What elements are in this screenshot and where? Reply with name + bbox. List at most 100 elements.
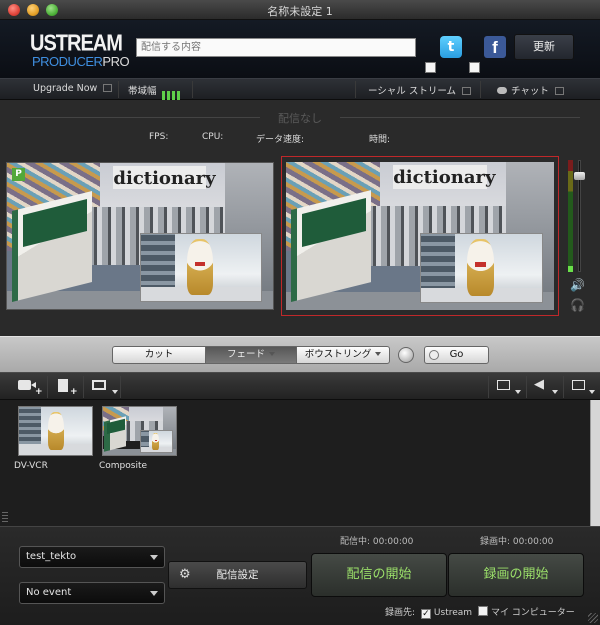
twitter-icon[interactable]: t xyxy=(440,36,462,58)
logo-pro: PRO xyxy=(102,54,130,69)
transition-speed-dial[interactable] xyxy=(398,347,414,363)
toolbar-divider xyxy=(563,376,564,398)
mycomputer-record-label: マイ コンピューター xyxy=(490,608,575,618)
start-record-button[interactable]: 録画の開始 xyxy=(448,553,584,597)
twitter-checkbox[interactable] xyxy=(425,62,436,73)
nav-divider xyxy=(480,81,481,98)
picture-in-picture xyxy=(140,233,263,302)
preview-scene: dictionary xyxy=(7,163,273,309)
social-stream-label: ーシャル ストリーム xyxy=(368,86,457,97)
chevron-down-icon xyxy=(150,555,158,560)
chevron-down-icon xyxy=(375,352,382,356)
chevron-down-icon xyxy=(589,390,595,394)
logo-producer: PRODUCER xyxy=(32,54,103,69)
fade-button[interactable]: フェード xyxy=(205,346,297,364)
vu-track xyxy=(568,160,573,272)
scene-sign-text: dictionary xyxy=(113,165,216,190)
speaker-icon: ◀ xyxy=(534,377,544,392)
record-destination: 録画先: ✓ Ustream マイ コンピューター xyxy=(385,605,575,619)
toolbar-divider xyxy=(120,376,121,398)
add-file-button[interactable] xyxy=(58,379,68,396)
audio-button[interactable]: ◀ xyxy=(534,377,544,392)
add-screen-button[interactable] xyxy=(92,379,106,394)
facebook-checkbox[interactable] xyxy=(469,62,480,73)
upgrade-now-link[interactable]: Upgrade Now xyxy=(33,83,113,94)
chevron-down-icon xyxy=(515,390,521,394)
nav-bar: Upgrade Now 帯域幅 ーシャル ストリーム チャット xyxy=(0,78,600,100)
channel-select[interactable]: test_tekto xyxy=(19,546,165,568)
ustream-record-checkbox[interactable]: ✓ xyxy=(420,609,431,619)
window-resize-handle[interactable] xyxy=(588,613,598,623)
popout-icon xyxy=(554,87,564,95)
plus-icon: + xyxy=(35,387,43,397)
facebook-icon[interactable]: f xyxy=(484,36,506,58)
thumb-scene xyxy=(19,407,92,455)
event-select[interactable]: No event xyxy=(19,582,165,604)
resize-grip[interactable] xyxy=(2,512,8,522)
record-to-label: 録画先: xyxy=(385,608,416,618)
update-button[interactable]: 更新 xyxy=(514,34,574,60)
bandwidth-label: 帯域幅 xyxy=(128,86,157,97)
source-bin-scrollbar[interactable] xyxy=(590,400,600,526)
cut-label: カット xyxy=(144,349,174,360)
logo-producer-pro: PRODUCERPRO xyxy=(32,54,130,69)
upgrade-now-label: Upgrade Now xyxy=(33,83,98,94)
wipe-label: ボウストリング xyxy=(304,349,372,360)
chevron-down-icon xyxy=(112,390,118,394)
window-title: 名称未設定 1 xyxy=(267,5,333,18)
header: USTREAM PRODUCERPRO t f 更新 xyxy=(0,20,600,78)
nav-divider xyxy=(355,81,356,98)
picture-in-picture-icon xyxy=(572,380,585,390)
preview-monitor[interactable]: dictionary P xyxy=(6,162,274,310)
mycomputer-record-checkbox[interactable] xyxy=(477,606,488,616)
nav-divider xyxy=(118,81,119,98)
plus-icon: + xyxy=(70,387,78,397)
layout-button[interactable] xyxy=(497,379,510,394)
source-label-composite: Composite xyxy=(99,461,148,471)
popout-icon xyxy=(462,87,472,95)
status-message-input[interactable] xyxy=(136,38,416,57)
pip-button[interactable] xyxy=(572,379,585,394)
headphones-icon[interactable]: 🎧 xyxy=(570,298,585,312)
cut-button[interactable]: カット xyxy=(112,346,206,364)
program-monitor-frame: dictionary xyxy=(281,156,559,316)
document-icon xyxy=(58,379,68,392)
picture-in-picture xyxy=(420,233,544,303)
broadcast-settings-button[interactable]: ⚙ 配信設定 xyxy=(168,561,307,589)
cpu-label: CPU: xyxy=(202,132,224,142)
source-toolbar: + + ◀ xyxy=(0,372,600,400)
toolbar-divider xyxy=(83,376,84,398)
volume-slider-knob[interactable] xyxy=(574,172,585,180)
wipe-button[interactable]: ボウストリング xyxy=(296,346,390,364)
time-label: 時間: xyxy=(369,135,391,145)
thumb-scene xyxy=(103,407,176,455)
program-monitor[interactable]: dictionary xyxy=(286,162,554,310)
speaker-icon[interactable]: 🔊 xyxy=(570,278,585,292)
toolbar-divider xyxy=(488,376,489,398)
fps-label: FPS: xyxy=(149,132,169,142)
source-thumbnail-composite[interactable] xyxy=(102,406,177,456)
add-camera-button[interactable] xyxy=(18,379,36,394)
scene-sign-text: dictionary xyxy=(393,164,496,189)
social-stream-tab[interactable]: ーシャル ストリーム xyxy=(368,83,472,97)
chat-tab[interactable]: チャット xyxy=(497,83,564,97)
chevron-down-icon xyxy=(150,591,158,596)
transition-bar: カット フェード ボウストリング Go xyxy=(0,336,600,372)
camera-icon xyxy=(18,380,36,390)
ustream-record-label: Ustream xyxy=(433,608,473,618)
chevron-down-icon xyxy=(269,352,275,356)
source-thumbnail-dv-vcr[interactable] xyxy=(18,406,93,456)
rectangle-icon xyxy=(497,380,510,390)
go-label: Go xyxy=(449,349,464,360)
event-value: No event xyxy=(26,587,72,598)
record-timer: 録画中: 00:00:00 xyxy=(480,537,554,547)
start-broadcast-button[interactable]: 配信の開始 xyxy=(311,553,447,597)
app-window: 名称未設定 1 USTREAM PRODUCERPRO t f 更新 Upgra… xyxy=(0,0,600,625)
chevron-down-icon xyxy=(552,390,558,394)
fade-label: フェード xyxy=(226,349,265,360)
toolbar-divider xyxy=(47,376,48,398)
go-button[interactable]: Go xyxy=(424,346,489,364)
monitor-area: 配信なし FPS: CPU: データ速度: 時間: dictionary P d… xyxy=(0,100,600,336)
broadcast-timer: 配信中: 00:00:00 xyxy=(340,537,414,547)
source-bin: DV-VCR Composite xyxy=(0,400,600,526)
